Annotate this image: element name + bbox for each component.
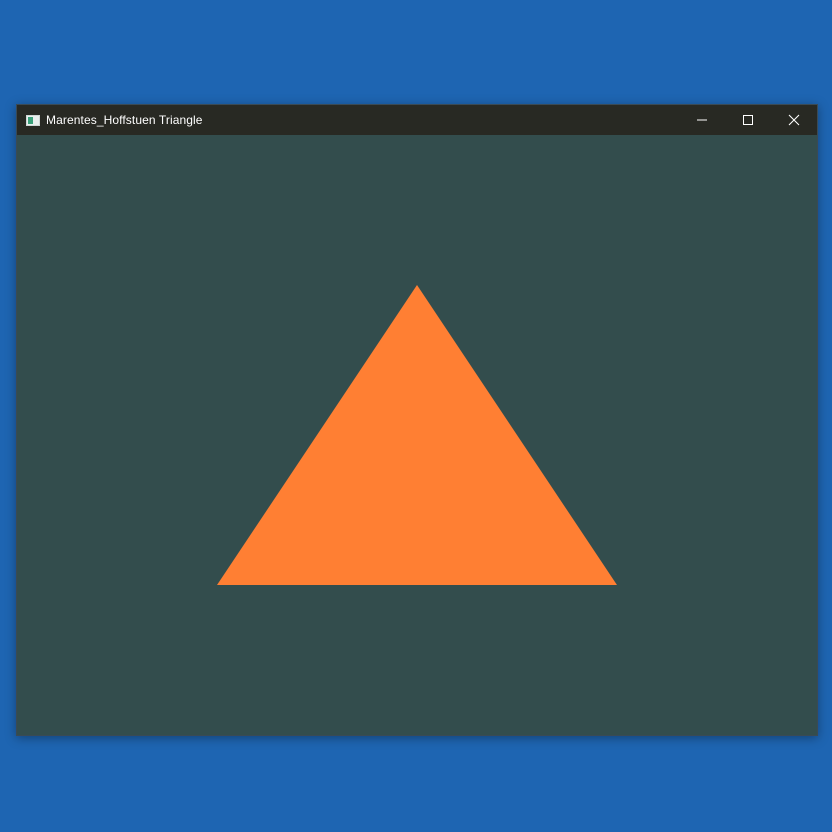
minimize-button[interactable]: [679, 105, 725, 135]
title-bar[interactable]: Marentes_Hoffstuen Triangle: [17, 105, 817, 135]
render-viewport[interactable]: [17, 135, 817, 735]
window-controls: [679, 105, 817, 135]
window-title: Marentes_Hoffstuen Triangle: [46, 113, 203, 127]
app-window: Marentes_Hoffstuen Triangle: [16, 104, 818, 736]
viewport-canvas: [17, 135, 817, 735]
minimize-icon: [697, 119, 707, 121]
desktop: Marentes_Hoffstuen Triangle: [0, 0, 832, 832]
maximize-button[interactable]: [725, 105, 771, 135]
app-icon: [26, 114, 40, 126]
close-icon: [788, 114, 800, 126]
close-button[interactable]: [771, 105, 817, 135]
maximize-icon: [743, 115, 753, 125]
